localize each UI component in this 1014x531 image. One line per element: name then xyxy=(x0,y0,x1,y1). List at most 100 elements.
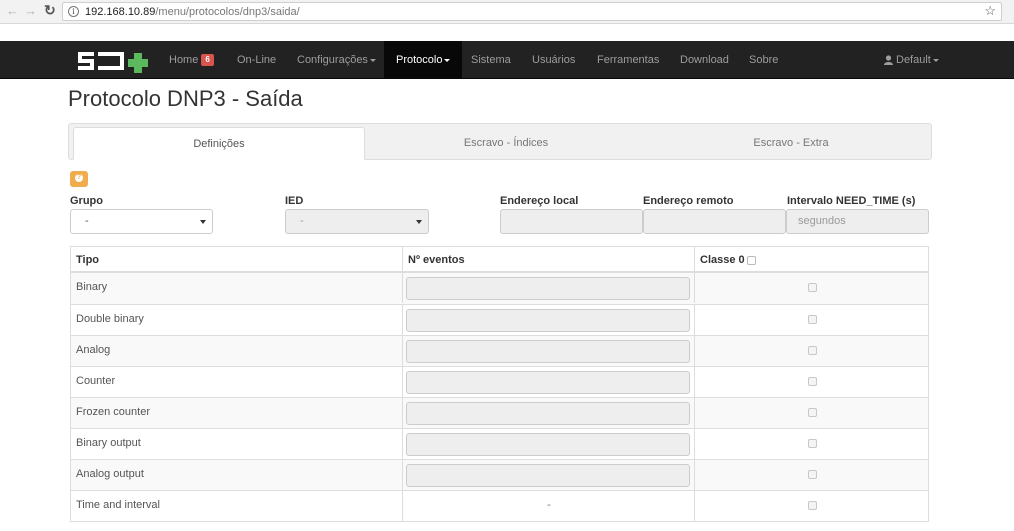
row-classe0-cell xyxy=(694,367,929,397)
table-row: Double binary xyxy=(71,304,928,335)
grupo-select[interactable]: - xyxy=(70,209,213,234)
endereco-local-label: Endereço local xyxy=(500,195,579,207)
row-classe0-checkbox[interactable] xyxy=(808,377,817,386)
header-eventos: Nº eventos xyxy=(402,247,694,273)
dropdown-arrow-icon xyxy=(416,220,422,224)
row-classe0-cell xyxy=(694,273,929,303)
row-classe0-checkbox[interactable] xyxy=(808,470,817,479)
row-classe0-checkbox[interactable] xyxy=(808,315,817,324)
nav-protocolo[interactable]: Protocolo xyxy=(384,41,463,79)
row-eventos-cell xyxy=(402,273,694,303)
row-tipo: Analog xyxy=(76,344,111,356)
header-classe0-label: Classe 0 xyxy=(700,254,745,266)
nav-sobre[interactable]: Sobre xyxy=(749,41,778,79)
row-classe0-cell xyxy=(694,398,929,428)
address-bar[interactable]: i 192.168.10.89/menu/protocolos/dnp3/sai… xyxy=(62,2,1002,21)
notification-badge: 6 xyxy=(201,54,214,67)
row-tipo: Counter xyxy=(76,375,116,387)
row-classe0-checkbox[interactable] xyxy=(808,283,817,292)
user-menu-label: Default xyxy=(896,54,931,66)
row-eventos-input[interactable] xyxy=(406,371,690,394)
url-host: 192.168.10.89 xyxy=(85,6,156,18)
row-classe0-cell xyxy=(694,460,929,490)
brand-logo[interactable] xyxy=(78,49,158,73)
row-eventos-input[interactable] xyxy=(406,402,690,425)
forward-arrow-icon[interactable]: → xyxy=(24,3,37,18)
nav-download[interactable]: Download xyxy=(680,41,729,79)
row-classe0-cell xyxy=(694,429,929,459)
endereco-remoto-label: Endereço remoto xyxy=(643,195,734,207)
table-row: Analog xyxy=(71,335,928,366)
chevron-down-icon xyxy=(444,58,451,62)
ied-select-value: - xyxy=(300,215,304,227)
row-eventos-input[interactable] xyxy=(406,340,690,363)
tab-escravo-indices[interactable]: Escravo - Índices xyxy=(361,127,651,160)
nav-usuarios[interactable]: Usuários xyxy=(532,41,575,79)
header-tipo: Tipo xyxy=(76,254,100,266)
nav-ferramentas[interactable]: Ferramentas xyxy=(597,41,659,79)
row-classe0-cell xyxy=(694,491,929,521)
table-row: Analog output xyxy=(71,459,928,490)
tab-escravo-extra[interactable]: Escravo - Extra xyxy=(651,127,931,160)
table-row: Binary output xyxy=(71,428,928,459)
url-path: /menu/protocolos/dnp3/saida/ xyxy=(155,6,300,18)
nav-configuracoes[interactable]: Configurações xyxy=(297,41,376,79)
row-classe0-checkbox[interactable] xyxy=(808,501,817,510)
chevron-down-icon xyxy=(932,58,939,62)
row-tipo: Double binary xyxy=(76,313,144,325)
row-tipo: Binary xyxy=(76,281,108,293)
table-header: Tipo Nº eventos Classe 0 xyxy=(71,247,928,273)
row-classe0-cell xyxy=(694,336,929,366)
ied-label: IED xyxy=(285,195,304,207)
row-eventos-input[interactable] xyxy=(406,277,690,300)
classe0-all-checkbox[interactable] xyxy=(746,255,756,265)
intervalo-input[interactable]: segundos xyxy=(786,209,929,234)
row-classe0-cell xyxy=(694,305,929,335)
row-tipo: Analog output xyxy=(76,468,144,480)
row-classe0-checkbox[interactable] xyxy=(808,439,817,448)
info-icon[interactable]: i xyxy=(68,6,79,17)
endereco-local-input[interactable] xyxy=(500,209,643,234)
row-eventos-cell xyxy=(402,367,694,397)
table-row: Time and interval - xyxy=(71,490,928,521)
row-eventos-cell xyxy=(402,429,694,459)
table-body: Binary Double binary Analog Counter Frozen c… xyxy=(71,273,928,521)
nav-online[interactable]: On-Line xyxy=(237,41,276,79)
intervalo-label: Intervalo NEED_TIME (s) xyxy=(787,195,916,207)
back-arrow-icon[interactable]: ← xyxy=(6,3,19,18)
url-text: 192.168.10.89/menu/protocolos/dnp3/saida… xyxy=(85,6,300,18)
table-row: Counter xyxy=(71,366,928,397)
table-row: Binary xyxy=(71,273,928,304)
header-classe0: Classe 0 xyxy=(694,247,929,273)
row-eventos-cell xyxy=(402,336,694,366)
row-eventos-value: - xyxy=(547,499,551,511)
row-eventos-input[interactable] xyxy=(406,309,690,332)
top-navbar: Home 6 On-Line Configurações Protocolo Si… xyxy=(0,41,1014,79)
row-eventos-cell: - xyxy=(402,491,694,521)
table-row: Frozen counter xyxy=(71,397,928,428)
reload-icon[interactable]: ↻ xyxy=(44,2,56,19)
ied-select[interactable]: - xyxy=(285,209,429,234)
tab-bar: Definições Escravo - Índices Escravo - E… xyxy=(68,123,932,160)
row-tipo: Frozen counter xyxy=(76,406,150,418)
bookmark-star-icon[interactable]: ☆ xyxy=(984,3,996,19)
tab-definicoes[interactable]: Definições xyxy=(73,127,365,160)
page-title: Protocolo DNP3 - Saída xyxy=(68,86,303,111)
row-classe0-checkbox[interactable] xyxy=(808,408,817,417)
row-eventos-cell xyxy=(402,305,694,335)
user-icon xyxy=(884,55,893,66)
nav-home-label: Home xyxy=(169,54,199,66)
nav-home[interactable]: Home 6 xyxy=(169,41,214,79)
user-menu[interactable]: Default xyxy=(884,41,939,79)
nav-configuracoes-label: Configurações xyxy=(297,54,368,66)
row-classe0-checkbox[interactable] xyxy=(808,346,817,355)
row-eventos-cell xyxy=(402,460,694,490)
row-eventos-input[interactable] xyxy=(406,464,690,487)
help-button[interactable]: ? xyxy=(70,171,88,187)
question-icon: ? xyxy=(75,174,83,182)
row-eventos-input[interactable] xyxy=(406,433,690,456)
nav-sistema[interactable]: Sistema xyxy=(471,41,511,79)
nav-protocolo-label: Protocolo xyxy=(396,54,443,66)
grupo-label: Grupo xyxy=(70,195,103,207)
endereco-remoto-input[interactable] xyxy=(643,209,786,234)
